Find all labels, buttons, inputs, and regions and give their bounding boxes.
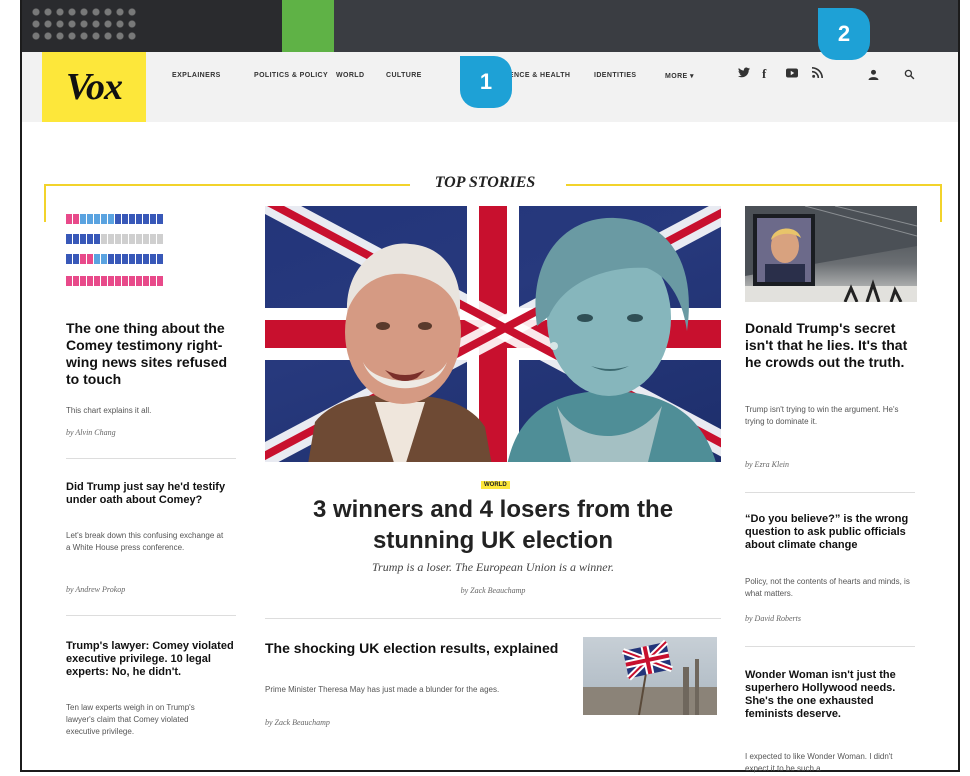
nav-world[interactable]: WORLD (336, 72, 364, 79)
politician-photo-right (507, 217, 716, 462)
hero-headline[interactable]: 3 winners and 4 losers from the stunning… (270, 494, 716, 556)
center-story2-headline[interactable]: The shocking UK election results, explai… (265, 640, 565, 657)
ad-image (22, 0, 282, 52)
section-rule-right (566, 184, 942, 186)
comey-chart-thumbnail[interactable] (66, 206, 236, 302)
window-frame-right (958, 0, 970, 776)
left-story3-dek: Ten law experts weigh in on Trump's lawy… (66, 703, 195, 736)
trump-screen-photo (745, 206, 917, 302)
politician-photo-left (308, 243, 492, 462)
right-story2-headline[interactable]: “Do you believe?” is the wrong question … (745, 513, 915, 552)
right-story3-dek: I expected to like Wonder Woman. I didn'… (745, 752, 893, 773)
nav-more[interactable]: MORE ▾ (665, 72, 694, 80)
uk-flag-photo (583, 639, 717, 715)
divider (66, 458, 236, 459)
window-frame-left (0, 0, 22, 776)
chart-bar-row (66, 214, 164, 224)
divider (745, 646, 915, 647)
search-icon[interactable] (904, 68, 915, 83)
section-rule-tick-right (940, 184, 942, 222)
left-lead-dek: This chart explains it all. (66, 406, 152, 415)
right-lead-headline[interactable]: Donald Trump's secret isn't that he lies… (745, 320, 921, 371)
left-story2-headline[interactable]: Did Trump just say he'd testify under oa… (66, 481, 236, 507)
hero-dek: Trump is a loser. The European Union is … (372, 560, 614, 574)
twitter-icon[interactable] (738, 66, 750, 81)
trump-screen-thumbnail[interactable] (745, 206, 917, 302)
left-lead-headline[interactable]: The one thing about the Comey testimony … (66, 320, 244, 388)
chart-bar-row (66, 254, 164, 264)
nav-explainers[interactable]: EXPLAINERS (172, 72, 221, 79)
youtube-icon[interactable] (786, 66, 798, 81)
section-rule-tick-left (44, 184, 46, 222)
ad-accent (282, 0, 334, 52)
section-tag-world[interactable]: WORLD (481, 481, 510, 489)
rss-icon[interactable] (812, 66, 823, 81)
right-lead-dek: Trump isn't trying to win the argument. … (745, 405, 899, 426)
right-lead-byline[interactable]: by Ezra Klein (745, 460, 789, 469)
section-title: TOP STORIES (434, 174, 536, 191)
logo-text: Vox (65, 66, 123, 108)
vox-logo[interactable]: Vox (42, 52, 146, 122)
left-story2-dek: Let's break down this confusing exchange… (66, 531, 224, 552)
uk-flag-thumbnail[interactable] (583, 637, 717, 715)
center-story2-byline[interactable]: by Zack Beauchamp (265, 718, 330, 727)
callout-badge-1: 1 (460, 56, 512, 108)
right-story3-headline[interactable]: Wonder Woman isn't just the superhero Ho… (745, 669, 915, 721)
hero-byline[interactable]: by Zack Beauchamp (270, 586, 716, 595)
center-story2-dek: Prime Minister Theresa May has just made… (265, 685, 500, 694)
left-story2-byline[interactable]: by Andrew Prokop (66, 585, 125, 594)
divider (66, 615, 236, 616)
chart-bar-row (66, 234, 164, 244)
left-story3-headline[interactable]: Trump's lawyer: Comey violated executive… (66, 640, 242, 679)
nav-identities[interactable]: IDENTITIES (594, 72, 637, 79)
nav-culture[interactable]: CULTURE (386, 72, 422, 79)
right-story2-byline[interactable]: by David Roberts (745, 614, 801, 623)
right-story2-dek: Policy, not the contents of hearts and m… (745, 577, 910, 598)
nav-politics-policy[interactable]: POLITICS & POLICY (254, 72, 328, 79)
left-lead-byline[interactable]: by Alvin Chang (66, 428, 116, 437)
divider (265, 618, 721, 619)
facebook-icon[interactable]: f (762, 66, 766, 82)
hero-image-uk-election[interactable] (265, 206, 721, 462)
section-rule-left (44, 184, 410, 186)
divider (745, 492, 915, 493)
callout-badge-2: 2 (818, 8, 870, 60)
chart-bar-row (66, 276, 164, 286)
user-icon[interactable] (868, 68, 879, 83)
